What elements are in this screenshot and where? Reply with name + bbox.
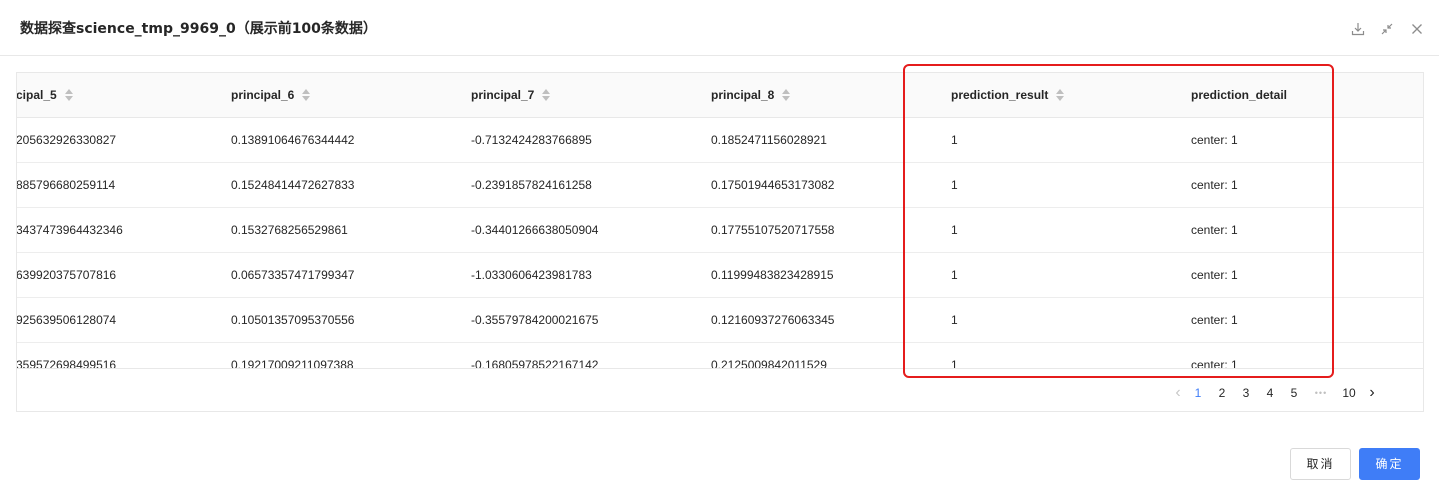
sort-icon[interactable] (1056, 88, 1065, 102)
sort-icon[interactable] (782, 88, 791, 102)
pagination: ‹ 1 2 3 4 5 ••• 10 › (1171, 383, 1401, 403)
table-cell: 0.10501357095370556 (231, 313, 355, 327)
table-cell: -0.7132424283766895 (471, 133, 592, 147)
table-cell: 1 (951, 313, 958, 327)
table-cell: 1 (951, 178, 958, 192)
page-item-4[interactable]: 4 (1263, 383, 1277, 403)
column-header-principal-7[interactable]: principal_7 (471, 73, 551, 118)
table-cell: 0.06573357471799347 (231, 268, 355, 282)
column-header-prediction-detail: prediction_detail (1191, 88, 1288, 102)
next-page-button[interactable]: › (1365, 383, 1379, 403)
table-cell: 0.1852471156028921 (711, 133, 827, 147)
table-cell: 0.19217009211097388 (231, 358, 354, 368)
sort-icon[interactable] (64, 88, 73, 102)
page-item-3[interactable]: 3 (1239, 383, 1253, 403)
sort-icon[interactable] (542, 88, 551, 102)
table-cell: -0.35579784200021675 (471, 313, 599, 327)
modal-header: 数据探查science_tmp_9969_0（展示前100条数据） (0, 0, 1439, 56)
column-header-principal-5[interactable]: cipal_5 (16, 73, 73, 118)
page-item-1[interactable]: 1 (1191, 383, 1205, 403)
page-item-5[interactable]: 5 (1287, 383, 1301, 403)
column-header-label: cipal_5 (16, 88, 57, 102)
table-cell: 1 (951, 223, 958, 237)
table-cell: center: 1 (1191, 223, 1238, 237)
shrink-icon[interactable] (1380, 22, 1394, 36)
table-cell: 0.2125009842011529 (711, 358, 827, 368)
table-cell: 1 (951, 268, 958, 282)
ok-button[interactable]: 确定 (1359, 448, 1420, 480)
table-cell: 0.11999483823428915 (711, 268, 834, 282)
table-row: 885796680259114 0.15248414472627833 -0.2… (17, 163, 1423, 208)
table-cell: center: 1 (1191, 313, 1238, 327)
table-row: 925639506128074 0.10501357095370556 -0.3… (17, 298, 1423, 343)
column-header-label: principal_7 (471, 88, 535, 102)
cancel-button[interactable]: 取消 (1290, 448, 1351, 480)
download-icon[interactable] (1351, 22, 1365, 36)
table-cell: -0.34401266638050904 (471, 223, 599, 237)
table-cell: -1.0330606423981783 (471, 268, 592, 282)
table-cell: 1 (951, 358, 958, 368)
column-header-prediction-result[interactable]: prediction_result (951, 73, 1065, 118)
table-body: 205632926330827 0.13891064676344442 -0.7… (17, 118, 1423, 368)
page-ellipsis[interactable]: ••• (1309, 383, 1333, 403)
table-cell: 885796680259114 (17, 178, 116, 192)
table-row: 3437473964432346 0.1532768256529861 -0.3… (17, 208, 1423, 253)
page-item-10[interactable]: 10 (1339, 383, 1359, 403)
table-row: 639920375707816 0.06573357471799347 -1.0… (17, 253, 1423, 298)
table-cell: 3437473964432346 (17, 223, 123, 237)
page-item-2[interactable]: 2 (1215, 383, 1229, 403)
table-cell: -0.16805978522167142 (471, 358, 599, 368)
table-cell: 0.13891064676344442 (231, 133, 355, 147)
table-row: 205632926330827 0.13891064676344442 -0.7… (17, 118, 1423, 163)
table-cell: center: 1 (1191, 178, 1238, 192)
table-cell: -0.2391857824161258 (471, 178, 592, 192)
modal-title: 数据探查science_tmp_9969_0（展示前100条数据） (20, 21, 377, 37)
column-header-principal-8[interactable]: principal_8 (711, 73, 791, 118)
sort-icon[interactable] (302, 88, 311, 102)
column-header-label: principal_6 (231, 88, 295, 102)
table-cell: 205632926330827 (17, 133, 117, 147)
column-header-label: principal_8 (711, 88, 775, 102)
table-divider (17, 368, 1423, 369)
table-cell: 639920375707816 (17, 268, 117, 282)
table-cell: 359572698499516 (17, 358, 117, 368)
column-header-label: prediction_result (951, 88, 1049, 102)
column-header-principal-6[interactable]: principal_6 (231, 73, 311, 118)
table-cell: 1 (951, 133, 958, 147)
table-cell: 0.17501944653173082 (711, 178, 835, 192)
table-row: 359572698499516 0.19217009211097388 -0.1… (17, 343, 1423, 368)
table-cell: 925639506128074 (17, 313, 117, 327)
table-cell: center: 1 (1191, 268, 1238, 282)
table-cell: 0.1532768256529861 (231, 223, 348, 237)
table-cell: center: 1 (1191, 133, 1238, 147)
table-cell: 0.15248414472627833 (231, 178, 355, 192)
table-cell: 0.12160937276063345 (711, 313, 835, 327)
table-header: cipal_5 principal_6 principal_7 principa… (17, 73, 1423, 118)
prev-page-button[interactable]: ‹ (1171, 383, 1185, 403)
close-icon[interactable] (1410, 22, 1424, 36)
table-cell: center: 1 (1191, 358, 1238, 368)
data-table: cipal_5 principal_6 principal_7 principa… (16, 72, 1424, 412)
table-cell: 0.17755107520717558 (711, 223, 835, 237)
